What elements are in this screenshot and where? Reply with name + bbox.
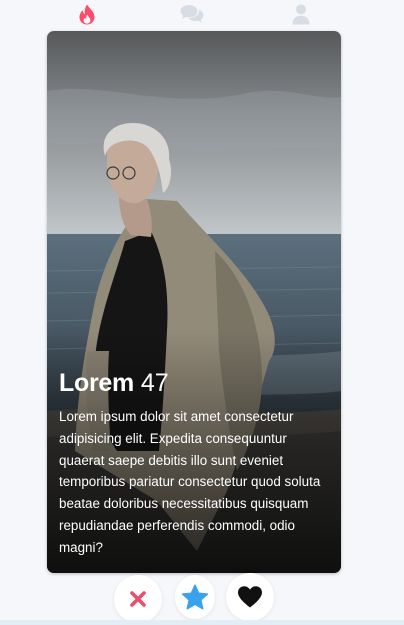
profile-age: 47 (140, 369, 169, 397)
nope-button[interactable] (114, 575, 162, 623)
nav-profile-button[interactable] (289, 3, 313, 25)
profile-card[interactable]: Lorem 47 Lorem ipsum dolor sit amet cons… (47, 31, 341, 573)
profile-name: Lorem (59, 369, 134, 397)
nav-chat-button[interactable] (180, 3, 204, 25)
flame-icon (79, 4, 95, 24)
bottom-strip (0, 620, 404, 625)
nav-flame-button[interactable] (75, 3, 99, 25)
card-info: Lorem 47 Lorem ipsum dolor sit amet cons… (59, 371, 331, 559)
name-row: Lorem 47 (59, 371, 331, 396)
user-icon (292, 3, 310, 24)
heart-icon (238, 586, 262, 608)
like-button[interactable] (226, 573, 274, 621)
close-icon (130, 591, 146, 607)
star-icon (181, 583, 209, 609)
top-nav (0, 0, 404, 28)
profile-bio: Lorem ipsum dolor sit amet consectetur a… (59, 409, 321, 555)
super-like-button[interactable] (175, 575, 215, 619)
chat-icon (180, 5, 204, 23)
action-bar (0, 573, 404, 625)
